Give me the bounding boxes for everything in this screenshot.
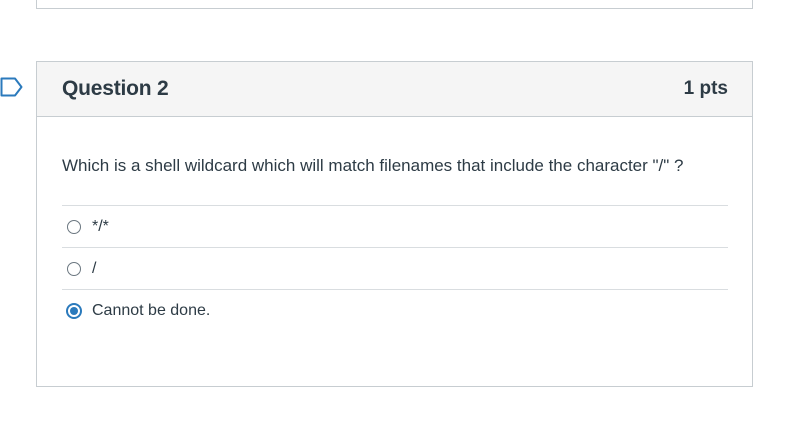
question-text: Which is a shell wildcard which will mat…: [62, 156, 684, 175]
question-card: Question 2 1 pts Which is a shell wildca…: [36, 61, 753, 387]
answer-option[interactable]: */*: [62, 205, 728, 247]
question-points: 1 pts: [683, 78, 728, 99]
answer-option[interactable]: /: [62, 247, 728, 289]
radio-button[interactable]: [67, 219, 81, 234]
answer-option[interactable]: Cannot be done.: [62, 289, 728, 331]
radio-button-selected[interactable]: [67, 303, 81, 318]
answer-label[interactable]: */*: [92, 218, 109, 236]
question-title: Question 2: [62, 77, 169, 100]
answer-label[interactable]: /: [92, 260, 96, 278]
answer-label[interactable]: Cannot be done.: [92, 302, 210, 320]
bookmark-flag-icon[interactable]: [0, 77, 24, 97]
radio-button[interactable]: [67, 261, 81, 276]
question-body: Which is a shell wildcard which will mat…: [37, 117, 752, 331]
question-header: Question 2 1 pts: [37, 62, 752, 117]
answer-list: */* / Cannot be done.: [62, 205, 728, 331]
previous-question-card: [36, 0, 753, 9]
